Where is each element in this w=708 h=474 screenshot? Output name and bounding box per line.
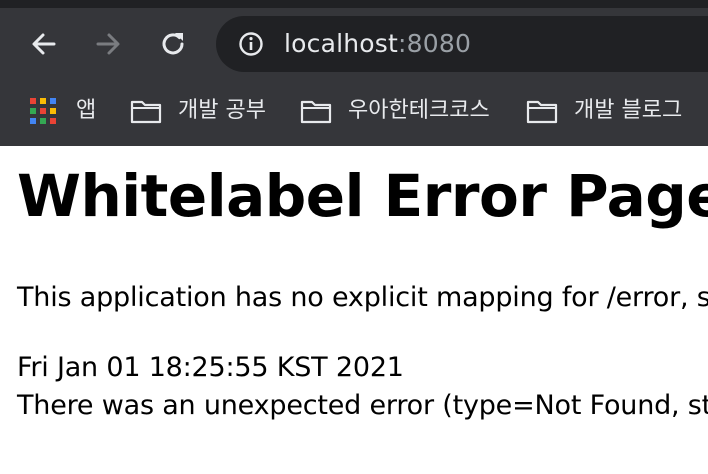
folder-icon [300,100,332,124]
bookmark-label: 우아한테크코스 [348,98,490,123]
reload-icon [162,33,184,55]
page-content: Whitelabel Error Page This application h… [0,146,708,474]
error-description: This application has no explicit mapping… [17,282,708,313]
bookmark-label: 개발 공부 [178,98,266,123]
back-button[interactable] [26,26,62,62]
browser-chrome: localhost:8080 앱 개발 공부 우아한테크코스 개발 블로그 [0,0,708,146]
folder-icon [526,100,558,124]
bookmark-apps[interactable]: 앱 [28,94,96,128]
url-host: localhost [284,29,399,58]
url-port: :8080 [398,29,472,58]
error-timestamp: Fri Jan 01 18:25:55 KST 2021 [17,352,404,383]
bookmark-label: 개발 블로그 [574,98,683,123]
bookmarks-bar: 앱 개발 공부 우아한테크코스 개발 블로그 [0,80,708,146]
page-title: Whitelabel Error Page [17,162,708,230]
bookmark-dev-blog[interactable]: 개발 블로그 [526,94,682,128]
url-text[interactable]: localhost:8080 [284,29,471,59]
address-bar[interactable]: localhost:8080 [216,16,708,72]
tab-strip-edge [0,0,708,8]
bookmark-woowa-techcourse[interactable]: 우아한테크코스 [300,94,490,128]
info-circle-icon[interactable] [238,31,264,57]
folder-icon [130,100,162,124]
arrow-right-icon [96,33,120,55]
error-message: There was an unexpected error (type=Not … [17,390,708,421]
bookmark-dev-study[interactable]: 개발 공부 [130,94,266,128]
forward-button[interactable] [90,26,126,62]
apps-grid-icon [30,98,56,124]
arrow-left-icon [32,33,56,55]
browser-toolbar: localhost:8080 [0,8,708,80]
bookmark-label: 앱 [76,98,97,123]
reload-button[interactable] [155,26,191,62]
